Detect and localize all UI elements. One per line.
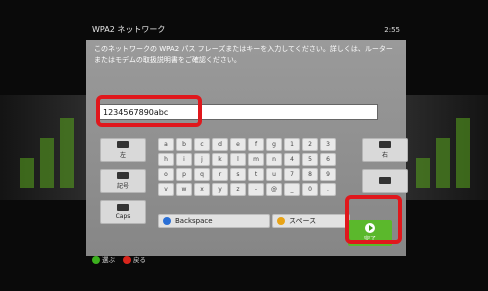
- select-hint-label: 選ぶ: [102, 256, 115, 264]
- left-key-label: 左: [119, 152, 126, 159]
- key-0-6[interactable]: g: [266, 138, 282, 151]
- key-1-2[interactable]: j: [194, 153, 210, 166]
- instruction-text: このネットワークの WPA2 パス フレーズまたはキーを入力してください。詳しく…: [94, 45, 393, 64]
- key-3-6[interactable]: @: [266, 183, 282, 196]
- key-2-2[interactable]: q: [194, 168, 210, 181]
- key-0-8[interactable]: 2: [302, 138, 318, 151]
- caps-key[interactable]: Caps: [100, 200, 146, 224]
- key-2-3[interactable]: r: [212, 168, 228, 181]
- key-0-1[interactable]: b: [176, 138, 192, 151]
- key-2-4[interactable]: s: [230, 168, 246, 181]
- key-0-5[interactable]: f: [248, 138, 264, 151]
- key-3-0[interactable]: v: [158, 183, 174, 196]
- key-0-7[interactable]: 1: [284, 138, 300, 151]
- space-key[interactable]: スペース: [272, 214, 350, 228]
- key-0-4[interactable]: e: [230, 138, 246, 151]
- key-2-5[interactable]: t: [248, 168, 264, 181]
- space-label: スペース: [289, 217, 317, 225]
- key-3-3[interactable]: y: [212, 183, 228, 196]
- key-3-9[interactable]: .: [320, 183, 336, 196]
- key-1-0[interactable]: h: [158, 153, 174, 166]
- caps-key-label: Caps: [115, 213, 131, 220]
- backspace-key[interactable]: Backspace: [158, 214, 270, 228]
- dialog-titlebar: WPA2 ネットワーク 2:55: [86, 21, 406, 38]
- b-button-icon: [123, 256, 131, 264]
- key-3-8[interactable]: 0: [302, 183, 318, 196]
- a-button-icon: [92, 256, 100, 264]
- right-key-label: 右: [381, 152, 388, 159]
- key-0-3[interactable]: d: [212, 138, 228, 151]
- symbols-key-label: 記号: [116, 183, 129, 190]
- left-arrow-lb-icon: [117, 141, 129, 148]
- key-2-6[interactable]: u: [266, 168, 282, 181]
- highlight-password-field: [96, 95, 202, 127]
- left-key[interactable]: 左: [100, 138, 146, 162]
- key-1-6[interactable]: n: [266, 153, 282, 166]
- button-hints: 選ぶ 戻る: [92, 254, 146, 264]
- key-2-8[interactable]: 8: [302, 168, 318, 181]
- key-1-3[interactable]: k: [212, 153, 228, 166]
- key-3-7[interactable]: _: [284, 183, 300, 196]
- rt-key[interactable]: [362, 169, 408, 193]
- key-2-0[interactable]: o: [158, 168, 174, 181]
- key-3-5[interactable]: -: [248, 183, 264, 196]
- key-1-1[interactable]: i: [176, 153, 192, 166]
- dialog-title: WPA2 ネットワーク: [92, 25, 166, 34]
- right-key[interactable]: 右: [362, 138, 408, 162]
- key-1-5[interactable]: m: [248, 153, 264, 166]
- key-2-1[interactable]: p: [176, 168, 192, 181]
- back-hint: 戻る: [123, 254, 146, 264]
- key-2-7[interactable]: 7: [284, 168, 300, 181]
- y-button-icon: [277, 217, 285, 225]
- lt-icon: [117, 172, 129, 179]
- key-1-7[interactable]: 4: [284, 153, 300, 166]
- select-hint: 選ぶ: [92, 254, 115, 264]
- character-keys: a b c d e f g 1 2 3 h i j k l m n 4 5 6 o p q r s t u 7 8 9 v w x y z - @ _ 0.: [158, 138, 336, 196]
- symbols-key[interactable]: 記号: [100, 169, 146, 193]
- highlight-done-button: [345, 195, 402, 244]
- key-0-9[interactable]: 3: [320, 138, 336, 151]
- key-1-9[interactable]: 6: [320, 153, 336, 166]
- key-0-0[interactable]: a: [158, 138, 174, 151]
- key-1-8[interactable]: 5: [302, 153, 318, 166]
- key-2-9[interactable]: 9: [320, 168, 336, 181]
- back-hint-label: 戻る: [133, 256, 146, 264]
- key-1-4[interactable]: l: [230, 153, 246, 166]
- key-3-4[interactable]: z: [230, 183, 246, 196]
- rb-right-arrow-icon: [379, 141, 391, 148]
- backspace-label: Backspace: [175, 217, 213, 225]
- key-0-2[interactable]: c: [194, 138, 210, 151]
- clock: 2:55: [384, 25, 400, 34]
- caps-arrow-icon: [117, 204, 129, 211]
- x-button-icon: [163, 217, 171, 225]
- background-signal-bars-left: [20, 118, 74, 188]
- rt-icon: [379, 176, 391, 184]
- key-3-2[interactable]: x: [194, 183, 210, 196]
- background-signal-bars-right: [416, 118, 470, 188]
- key-3-1[interactable]: w: [176, 183, 192, 196]
